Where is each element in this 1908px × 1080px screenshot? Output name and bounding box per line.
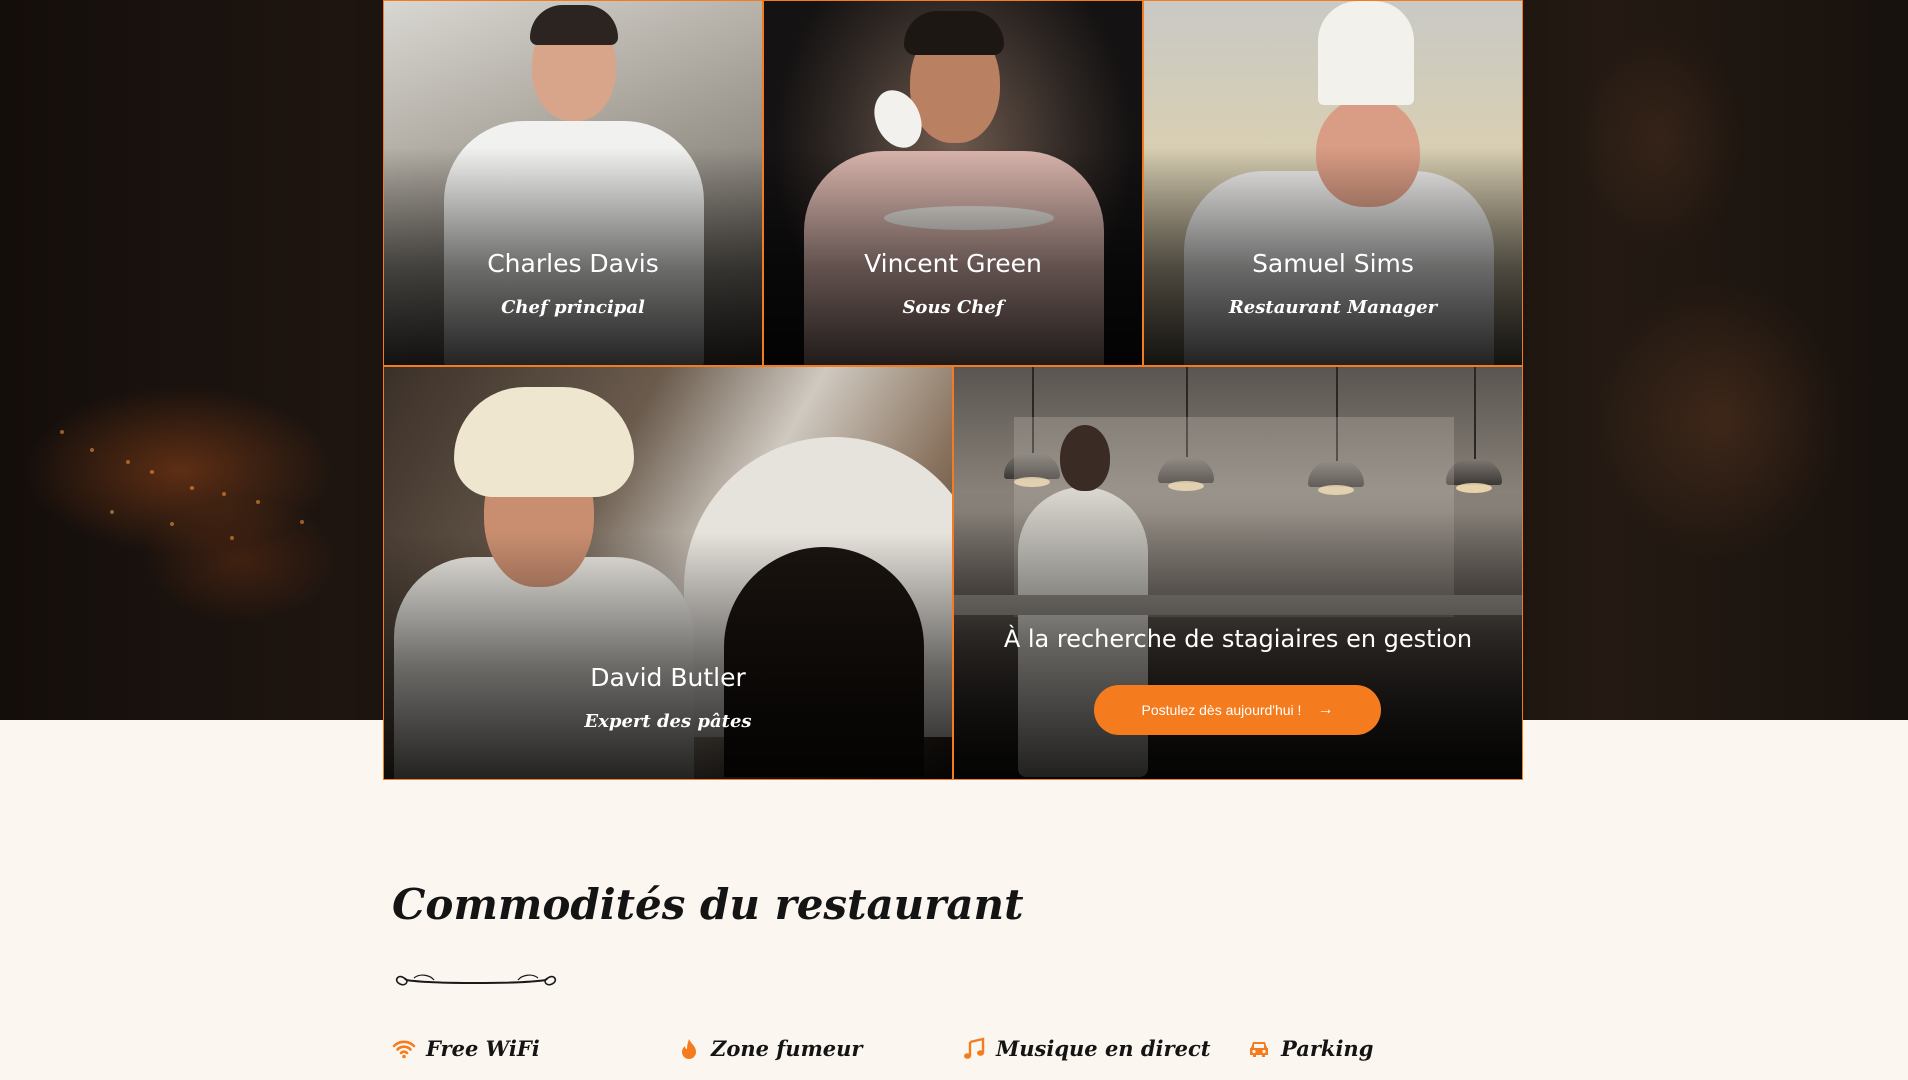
amenity-parking: Parking — [1247, 1036, 1373, 1061]
recruit-title: À la recherche de stagiaires en gestion — [1003, 625, 1473, 653]
member-role: Restaurant Manager — [1228, 297, 1438, 318]
music-icon — [964, 1036, 985, 1059]
amenities-title: Commodités du restaurant — [392, 880, 1024, 929]
team-card-samuel-sims[interactable]: Samuel Sims Restaurant Manager — [1143, 0, 1523, 366]
ornament-divider-icon — [395, 974, 557, 986]
member-role: Chef principal — [501, 297, 645, 318]
amenities-list: Free WiFi Zone fumeur Musique en direct … — [392, 1036, 1532, 1066]
arrow-right-icon: → — [1317, 701, 1334, 718]
member-name: Vincent Green — [864, 249, 1042, 278]
member-name: David Butler — [590, 663, 746, 692]
car-icon — [1250, 1041, 1268, 1057]
recruit-card: À la recherche de stagiaires en gestion … — [953, 366, 1523, 780]
amenity-label: Parking — [1281, 1036, 1374, 1061]
amenity-live-music: Musique en direct — [962, 1036, 1210, 1061]
amenity-label: Zone fumeur — [711, 1036, 863, 1061]
apply-now-label: Postulez dès aujourd'hui ! — [1141, 702, 1302, 718]
amenity-label: Free WiFi — [426, 1036, 540, 1061]
team-card-david-butler[interactable]: David Butler Expert des pâtes — [383, 366, 953, 780]
member-name: Charles Davis — [487, 249, 659, 278]
amenity-label: Musique en direct — [996, 1036, 1211, 1061]
team-grid: Charles Davis Chef principal Vincent Gre… — [383, 0, 1523, 780]
amenity-smoking: Zone fumeur — [677, 1036, 863, 1061]
member-role: Sous Chef — [902, 297, 1004, 318]
team-card-charles-davis[interactable]: Charles Davis Chef principal — [383, 0, 763, 366]
wifi-icon — [392, 1040, 416, 1058]
flame-icon — [682, 1038, 696, 1059]
member-role: Expert des pâtes — [584, 711, 752, 732]
team-card-vincent-green[interactable]: Vincent Green Sous Chef — [763, 0, 1143, 366]
member-name: Samuel Sims — [1252, 249, 1414, 278]
apply-now-button[interactable]: Postulez dès aujourd'hui ! → — [1094, 685, 1381, 735]
amenity-wifi: Free WiFi — [392, 1036, 540, 1061]
